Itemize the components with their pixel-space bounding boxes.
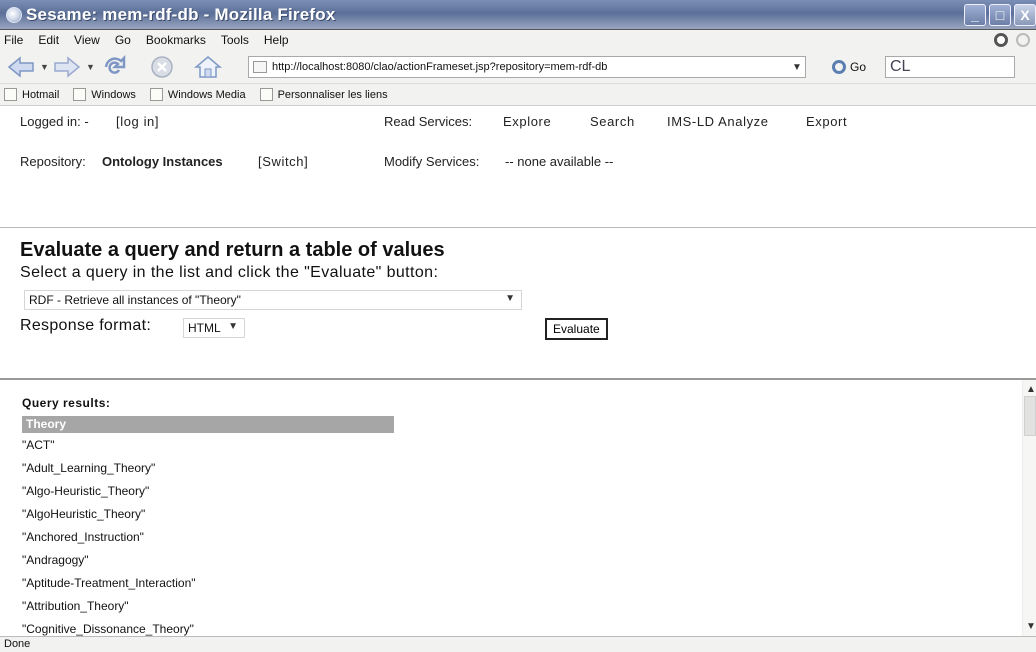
firefox-icon: [6, 7, 22, 23]
results-frame: Query results: Theory "ACT" "Adult_Learn…: [0, 380, 1036, 636]
table-row: "Algo-Heuristic_Theory": [22, 484, 150, 498]
logged-in-label: Logged in: -: [20, 114, 89, 129]
page-title: Evaluate a query and return a table of v…: [20, 239, 445, 261]
read-services-label: Read Services:: [384, 114, 473, 129]
bookmark-label: Windows Media: [167, 88, 246, 101]
login-link[interactable]: [log in]: [116, 114, 159, 129]
bookmark-icon: [149, 88, 163, 101]
go-button[interactable]: Go: [832, 58, 866, 76]
search-link[interactable]: Search: [590, 114, 635, 129]
address-bar[interactable]: http://localhost:8080/clao/actionFramese…: [248, 56, 806, 78]
query-frame: Evaluate a query and return a table of v…: [0, 228, 1036, 380]
explore-link[interactable]: Explore: [503, 114, 551, 129]
menu-edit[interactable]: Edit: [32, 33, 68, 47]
address-dropdown-icon[interactable]: ▼: [789, 62, 805, 73]
query-instruction: Select a query in the list and click the…: [20, 264, 439, 281]
status-bar: Done: [0, 636, 1036, 652]
menu-bar: File Edit View Go Bookmarks Tools Help: [0, 30, 1036, 50]
menu-file[interactable]: File: [0, 33, 32, 47]
back-icon[interactable]: [6, 54, 36, 80]
minimize-button[interactable]: _: [964, 4, 986, 26]
repository-name: Ontology Instances: [102, 154, 223, 169]
close-button[interactable]: X: [1014, 4, 1036, 26]
page-icon: [253, 61, 267, 73]
back-dropdown-icon[interactable]: ▼: [40, 62, 49, 72]
bookmark-windows-media[interactable]: Windows Media: [149, 88, 246, 101]
table-row: "ACT": [22, 438, 55, 452]
address-url[interactable]: http://localhost:8080/clao/actionFramese…: [272, 61, 789, 73]
bookmark-icon: [73, 88, 87, 101]
bookmark-hotmail[interactable]: Hotmail: [4, 88, 59, 101]
reload-icon[interactable]: [100, 54, 130, 80]
chevron-down-icon: ▼: [505, 293, 515, 304]
results-column-header: Theory: [22, 416, 394, 433]
go-icon: [832, 60, 846, 74]
bookmark-customize-links[interactable]: Personnaliser les liens: [259, 88, 388, 101]
table-row: "Aptitude-Treatment_Interaction": [22, 576, 196, 590]
modify-services-label: Modify Services:: [384, 154, 480, 169]
switch-repository-link[interactable]: [Switch]: [258, 154, 308, 169]
header-frame: Logged in: - [log in] Read Services: Exp…: [0, 106, 1036, 228]
bookmark-windows[interactable]: Windows: [73, 88, 136, 101]
forward-dropdown-icon[interactable]: ▼: [86, 62, 95, 72]
home-icon[interactable]: [192, 54, 224, 80]
menu-bookmarks[interactable]: Bookmarks: [140, 33, 215, 47]
response-format-label: Response format:: [20, 317, 152, 334]
window-controls: _ □ X: [964, 4, 1036, 26]
search-input[interactable]: CL: [885, 56, 1015, 78]
scrollbar-thumb[interactable]: [1024, 396, 1036, 436]
query-select[interactable]: RDF - Retrieve all instances of "Theory"…: [24, 290, 522, 310]
table-row: "Anchored_Instruction": [22, 530, 144, 544]
navigation-toolbar: ▼ ▼ http://localhost:8080/clao/actionFra…: [0, 50, 1036, 84]
table-row: "AlgoHeuristic_Theory": [22, 507, 146, 521]
table-row: "Adult_Learning_Theory": [22, 461, 156, 475]
response-format-value: HTML: [188, 321, 221, 335]
export-link[interactable]: Export: [806, 114, 847, 129]
window-title-bar: Sesame: mem-rdf-db - Mozilla Firefox _ □…: [0, 0, 1036, 30]
repository-label: Repository:: [20, 154, 86, 169]
bookmark-label: Hotmail: [22, 88, 60, 101]
scroll-down-icon[interactable]: ▼: [1026, 621, 1036, 632]
chevron-down-icon: ▼: [228, 321, 238, 332]
stop-icon[interactable]: [147, 54, 177, 80]
results-title: Query results:: [22, 396, 111, 410]
modify-services-value: -- none available --: [505, 154, 614, 169]
imsld-analyze-link[interactable]: IMS-LD Analyze: [667, 114, 769, 129]
bookmark-icon: [4, 88, 17, 101]
bookmark-label: Windows: [91, 88, 136, 101]
table-row: "Cognitive_Dissonance_Theory": [22, 622, 194, 636]
menu-help[interactable]: Help: [258, 33, 298, 47]
results-scrollbar[interactable]: ▲ ▼: [1022, 380, 1036, 636]
throbber-icon: [994, 33, 1008, 47]
scroll-up-icon[interactable]: ▲: [1026, 384, 1036, 395]
window-title: Sesame: mem-rdf-db - Mozilla Firefox: [26, 5, 336, 24]
response-format-select[interactable]: HTML ▼: [183, 318, 245, 338]
activity-icon: [1016, 33, 1030, 47]
forward-icon[interactable]: [52, 54, 82, 80]
table-row: "Andragogy": [22, 553, 89, 567]
query-select-value: RDF - Retrieve all instances of "Theory": [29, 293, 241, 307]
bookmarks-toolbar: Hotmail Windows Windows Media Personnali…: [0, 84, 1036, 106]
menu-tools[interactable]: Tools: [215, 33, 258, 47]
table-row: "Attribution_Theory": [22, 599, 129, 613]
menu-go[interactable]: Go: [109, 33, 140, 47]
maximize-button[interactable]: □: [989, 4, 1011, 26]
menu-view[interactable]: View: [68, 33, 109, 47]
bookmark-icon: [259, 88, 273, 101]
bookmark-label: Personnaliser les liens: [277, 88, 388, 101]
go-label: Go: [850, 60, 867, 74]
evaluate-button[interactable]: Evaluate: [545, 318, 608, 340]
